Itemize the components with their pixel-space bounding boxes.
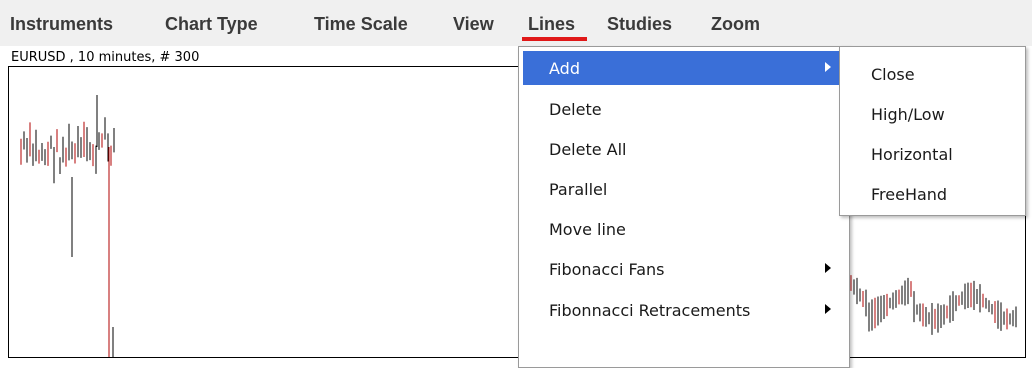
submenu-item-label: FreeHand — [871, 185, 948, 204]
menu-item-label: Fibonacci Fans — [549, 260, 665, 279]
menu-instruments[interactable]: Instruments — [10, 14, 113, 35]
lines-dropdown-menu: Add Delete Delete All Parallel Move line… — [518, 46, 850, 368]
menu-item-label: Delete — [549, 100, 602, 119]
menu-item-delete[interactable]: Delete — [523, 92, 845, 126]
menu-item-parallel[interactable]: Parallel — [523, 172, 845, 206]
menu-item-label: Parallel — [549, 180, 608, 199]
menu-item-move-line[interactable]: Move line — [523, 212, 845, 246]
menu-studies[interactable]: Studies — [607, 14, 672, 35]
active-menu-underline — [522, 37, 587, 41]
menu-lines[interactable]: Lines — [528, 14, 575, 35]
menu-view[interactable]: View — [453, 14, 494, 35]
menu-item-delete-all[interactable]: Delete All — [523, 132, 845, 166]
submenu-item-high-low[interactable]: High/Low — [840, 93, 1025, 133]
menu-chart-type[interactable]: Chart Type — [165, 14, 258, 35]
menu-item-fibonacci-fans[interactable]: Fibonacci Fans — [523, 252, 845, 286]
menu-time-scale[interactable]: Time Scale — [314, 14, 408, 35]
menu-item-label: Move line — [549, 220, 626, 239]
submenu-item-label: Horizontal — [871, 145, 953, 164]
submenu-item-label: High/Low — [871, 105, 945, 124]
menu-item-label: Add — [549, 59, 580, 78]
menu-zoom[interactable]: Zoom — [711, 14, 760, 35]
submenu-item-label: Close — [871, 65, 915, 84]
add-submenu: Close High/Low Horizontal FreeHand — [839, 46, 1026, 216]
submenu-arrow-icon — [825, 263, 831, 273]
submenu-arrow-icon — [825, 62, 831, 72]
menu-item-add[interactable]: Add — [523, 51, 845, 85]
submenu-item-close[interactable]: Close — [840, 53, 1025, 93]
menu-item-fibonacci-retracements[interactable]: Fibonnacci Retracements — [523, 293, 845, 327]
chart-caption: EURUSD , 10 minutes, # 300 — [11, 50, 200, 65]
menu-item-label: Fibonnacci Retracements — [549, 301, 751, 320]
submenu-item-horizontal[interactable]: Horizontal — [840, 133, 1025, 173]
menu-bar: Instruments Chart Type Time Scale View L… — [0, 0, 1032, 46]
submenu-item-freehand[interactable]: FreeHand — [840, 173, 1025, 213]
submenu-arrow-icon — [825, 304, 831, 314]
menu-item-label: Delete All — [549, 140, 627, 159]
